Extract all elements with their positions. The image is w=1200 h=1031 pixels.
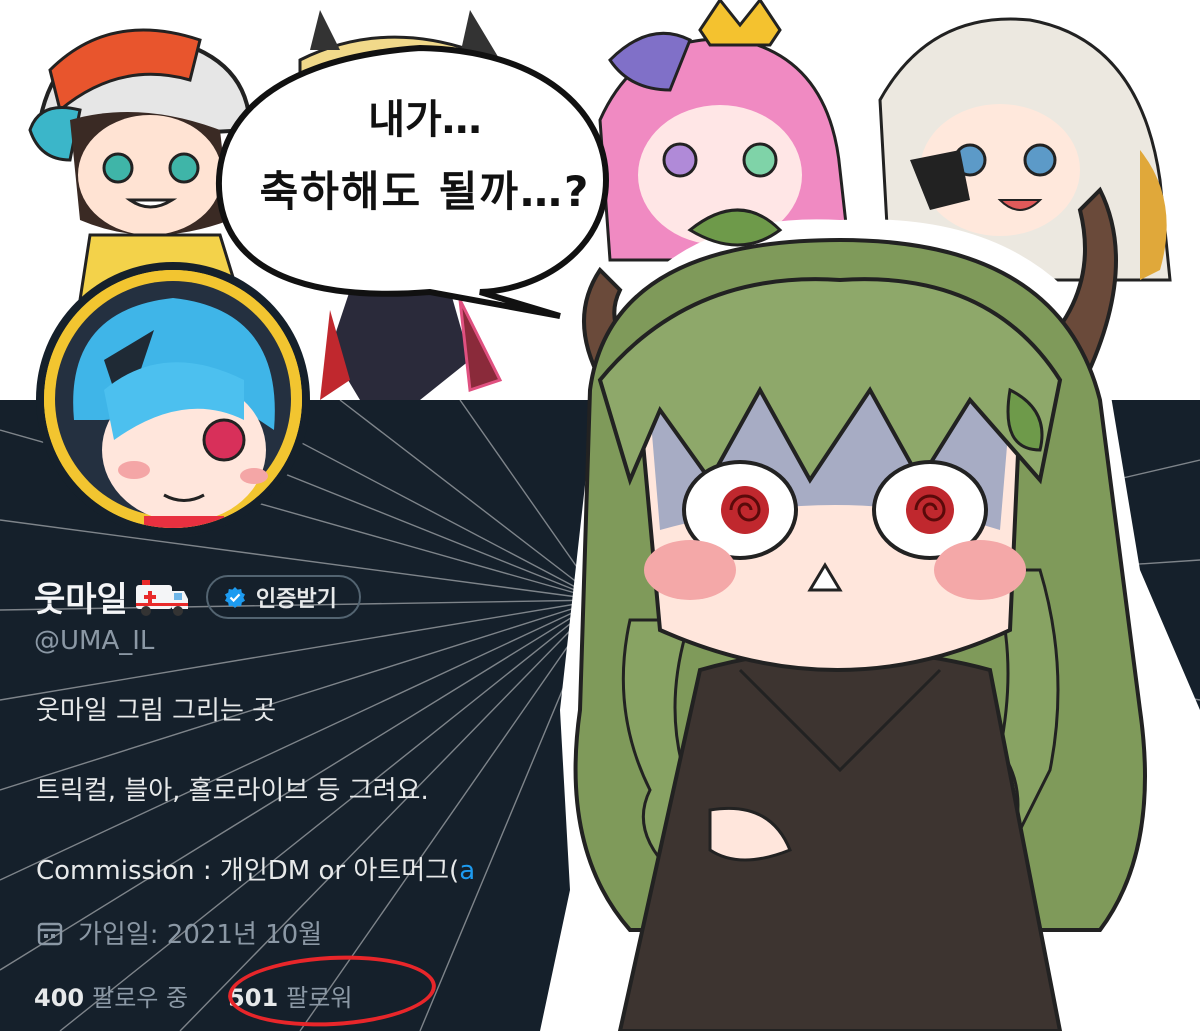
verified-badge-icon xyxy=(224,586,245,608)
get-verified-label: 인증받기 xyxy=(255,586,337,612)
bio-line-3-text: Commission : 개인DM or 아트머그( xyxy=(36,856,460,886)
bio-line-3: Commission : 개인DM or 아트머그(a xyxy=(36,850,475,887)
following-count: 400 xyxy=(34,984,85,1012)
following-link[interactable]: 400 팔로우 중 xyxy=(34,978,188,1013)
following-label: 팔로우 중 xyxy=(92,984,189,1012)
join-date: 가입일: 2021년 10월 xyxy=(36,914,322,951)
ambulance-icon xyxy=(135,579,188,616)
bio-link[interactable]: a xyxy=(459,856,475,886)
bio-line-2: 트릭컬, 블아, 홀로라이브 등 그려요. xyxy=(36,776,429,806)
calendar-icon xyxy=(37,922,63,945)
green-haired-character xyxy=(540,186,1200,1031)
name-row: 웃마일 인증받기 xyxy=(34,572,361,621)
bio-line-1: 웃마일 그림 그리는 곳 xyxy=(36,696,277,726)
join-date-text: 가입일: 2021년 10월 xyxy=(78,920,323,950)
display-name: 웃마일 xyxy=(34,580,128,620)
get-verified-button[interactable]: 인증받기 xyxy=(205,574,361,619)
user-handle: @UMA_IL xyxy=(34,626,155,656)
speech-line-1: 내가… xyxy=(368,97,482,143)
